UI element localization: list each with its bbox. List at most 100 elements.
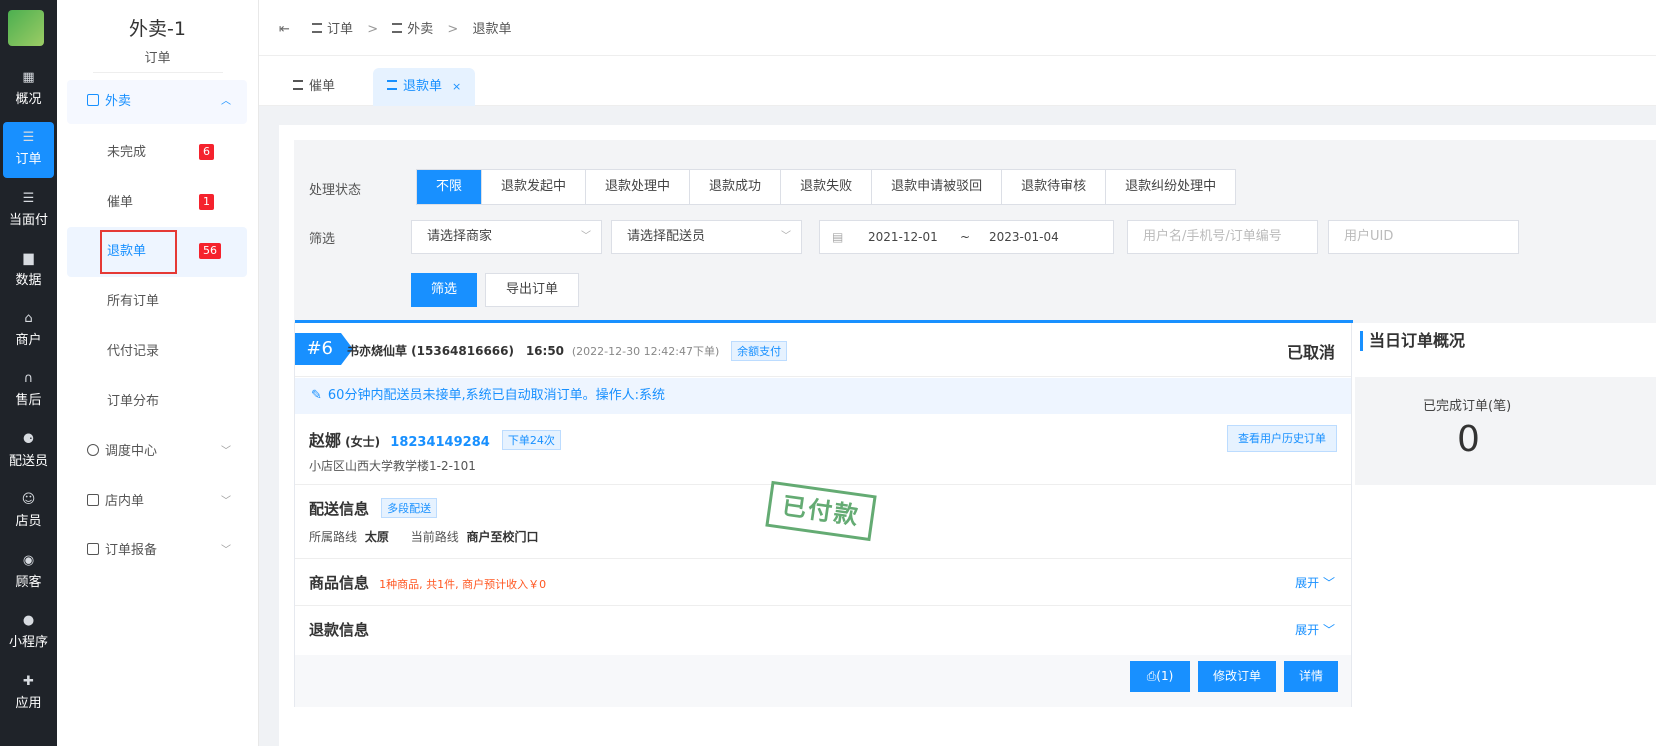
breadcrumb-item[interactable]: 外卖 — [407, 22, 433, 37]
edit-order-button[interactable]: 修改订单 — [1198, 661, 1276, 692]
export-orders-button[interactable]: 导出订单 — [485, 273, 579, 307]
list-icon: ☰ — [22, 130, 35, 145]
scooter-icon: ⚈ — [22, 432, 35, 447]
order-time: 16:50 — [525, 344, 565, 358]
tab-refund[interactable]: 退款单 × — [373, 68, 476, 106]
app-title: 外卖-1 — [129, 18, 186, 40]
sub-item-all-orders[interactable]: 所有订单 — [67, 277, 247, 327]
sub-item-distribution[interactable]: 订单分布 — [67, 377, 247, 427]
sub-item-proxy-pay[interactable]: 代付记录 — [67, 327, 247, 377]
customer-icon: ◉ — [22, 553, 35, 568]
refund-title: 退款信息 — [309, 621, 370, 639]
rail-item-data[interactable]: ▆ 数据 — [0, 243, 57, 299]
document-icon — [392, 23, 403, 33]
rail-item-staff[interactable]: ☺ 店员 — [0, 484, 57, 540]
detail-button[interactable]: 详情 — [1284, 661, 1338, 692]
date-end[interactable]: 2023-01-04 — [989, 221, 1059, 253]
sub-item-incomplete[interactable]: 未完成 6 — [67, 128, 247, 178]
close-icon[interactable]: × — [452, 80, 461, 93]
document-icon — [87, 494, 99, 506]
delivery-tag: 多段配送 — [381, 498, 438, 518]
merchant-select[interactable]: 请选择商家 ﹀ — [411, 220, 602, 254]
search-input[interactable]: 用户名/手机号/订单编号 — [1127, 220, 1318, 254]
rail-item-customer[interactable]: ◉ 顾客 — [0, 545, 57, 601]
app-logo — [8, 10, 44, 46]
order-status: 已取消 — [1286, 343, 1335, 362]
sub-item-urge[interactable]: 催单 1 — [67, 178, 247, 228]
count-badge: 1 — [199, 194, 214, 210]
expand-refund-button[interactable]: 展开 ﹀ — [1295, 621, 1335, 638]
goods-title: 商品信息 — [309, 574, 370, 592]
store-icon: ⌂ — [24, 311, 33, 326]
rail-item-face-pay[interactable]: ☰ 当面付 — [0, 183, 57, 239]
chevron-down-icon: ﹀ — [581, 231, 591, 242]
status-option[interactable]: 退款纠纷处理中 — [1106, 170, 1235, 204]
status-option[interactable]: 退款发起中 — [482, 170, 587, 204]
order-placed-time: (2022-12-30 12:42:47下单) — [571, 345, 720, 358]
status-option[interactable]: 退款成功 — [690, 170, 782, 204]
order-notice: ✎ 60分钟内配送员未接单,系统已自动取消订单。操作人:系统 — [295, 378, 1351, 414]
daily-summary-title: 当日订单概况 — [1355, 325, 1656, 357]
breadcrumb-item: 退款单 — [472, 22, 512, 37]
app-rail: ▦ 概况 ☰ 订单 ☰ 当面付 ▆ 数据 ⌂ 商户 ∩ 售后 ⚈ 配送员 ☺ 店员 ◉ 顾客 ● 小… — [0, 0, 57, 746]
rail-item-aftersale[interactable]: ∩ 售后 — [0, 363, 57, 419]
rail-item-apps[interactable]: ✚ 应用 — [0, 666, 57, 722]
breadcrumb-item[interactable]: 订单 — [327, 22, 353, 37]
list-icon: ☰ — [22, 191, 35, 206]
status-option[interactable]: 退款失败 — [781, 170, 873, 204]
filter-button[interactable]: 筛选 — [411, 273, 477, 307]
nav-group-dispatch[interactable]: 调度中心 ﹀ — [67, 430, 247, 474]
status-option[interactable]: 不限 — [417, 170, 483, 204]
rail-item-overview[interactable]: ▦ 概况 — [0, 62, 57, 118]
app-subtitle: 订单 — [57, 47, 258, 73]
current-route-value: 商户至校门口 — [466, 530, 539, 544]
staff-icon: ☺ — [21, 492, 36, 507]
sub-navigation: 外卖-1 订单 外卖 ︿ 未完成 6 催单 1 退款单 56 所有订单 代付记录 订单… — [57, 0, 259, 746]
date-range-picker[interactable]: ▤ 2021-12-01 ~ 2023-01-04 — [819, 220, 1114, 254]
status-filter: 不限 退款发起中 退款处理中 退款成功 退款失败 退款申请被驳回 退款待审核 退… — [416, 169, 1237, 205]
stat-label: 已完成订单(笔) — [1423, 399, 1512, 414]
nav-group-report[interactable]: 订单报备 ﹀ — [67, 529, 247, 573]
tab-urge[interactable]: 催单 — [279, 68, 349, 106]
merchant-name: 书亦烧仙草 (15364816666) — [347, 344, 514, 358]
rail-item-courier[interactable]: ⚈ 配送员 — [0, 424, 57, 480]
sub-item-refund[interactable]: 退款单 56 — [67, 227, 247, 277]
status-label: 处理状态 — [309, 183, 362, 198]
bar-chart-icon: ▆ — [23, 251, 34, 266]
refund-section: 退款信息 展开 ﹀ — [295, 607, 1351, 653]
filter-label: 筛选 — [309, 232, 336, 247]
order-number: #6 — [295, 333, 353, 365]
print-button[interactable]: ⎙(1) — [1130, 661, 1190, 692]
apps-icon: ✚ — [23, 674, 34, 689]
headset-icon: ∩ — [23, 371, 34, 386]
goods-summary: 1种商品, 共1件, 商户预计收入￥0 — [379, 578, 547, 591]
note-icon: ✎ — [311, 388, 322, 403]
goods-section: 商品信息 1种商品, 共1件, 商户预计收入￥0 展开 ﹀ — [295, 560, 1351, 606]
uid-input[interactable]: 用户UID — [1328, 220, 1519, 254]
collapse-menu-icon[interactable]: ⇤ — [279, 22, 290, 37]
nav-group-takeout[interactable]: 外卖 ︿ — [67, 80, 247, 124]
calendar-icon: ▤ — [832, 230, 844, 244]
payment-tag: 余额支付 — [731, 341, 788, 361]
count-badge: 6 — [199, 144, 214, 160]
chevron-down-icon: ﹀ — [221, 446, 231, 457]
rail-item-orders[interactable]: ☰ 订单 — [3, 122, 54, 178]
rail-item-merchant[interactable]: ⌂ 商户 — [0, 303, 57, 359]
status-option[interactable]: 退款申请被驳回 — [872, 170, 1003, 204]
filter-panel: 处理状态 不限 退款发起中 退款处理中 退款成功 退款失败 退款申请被驳回 退款… — [294, 140, 1656, 323]
rail-item-miniprogram[interactable]: ● 小程序 — [0, 605, 57, 661]
wechat-icon: ● — [22, 613, 35, 628]
chevron-down-icon: ﹀ — [781, 231, 791, 242]
nav-group-instore[interactable]: 店内单 ﹀ — [67, 480, 247, 524]
date-start[interactable]: 2021-12-01 — [868, 221, 938, 253]
order-header: #6 书亦烧仙草 (15364816666) 16:50 (2022-12-30… — [295, 323, 1351, 377]
courier-select[interactable]: 请选择配送员 ﹀ — [611, 220, 802, 254]
list-icon — [293, 80, 303, 90]
user-history-button[interactable]: 查看用户历史订单 — [1227, 425, 1337, 452]
customer-phone[interactable]: 18234149284 — [390, 435, 490, 450]
stat-value: 0 — [1457, 419, 1480, 460]
tab-bar: 催单 退款单 × — [259, 56, 1656, 106]
expand-goods-button[interactable]: 展开 ﹀ — [1295, 574, 1335, 591]
status-option[interactable]: 退款处理中 — [586, 170, 691, 204]
status-option[interactable]: 退款待审核 — [1002, 170, 1107, 204]
